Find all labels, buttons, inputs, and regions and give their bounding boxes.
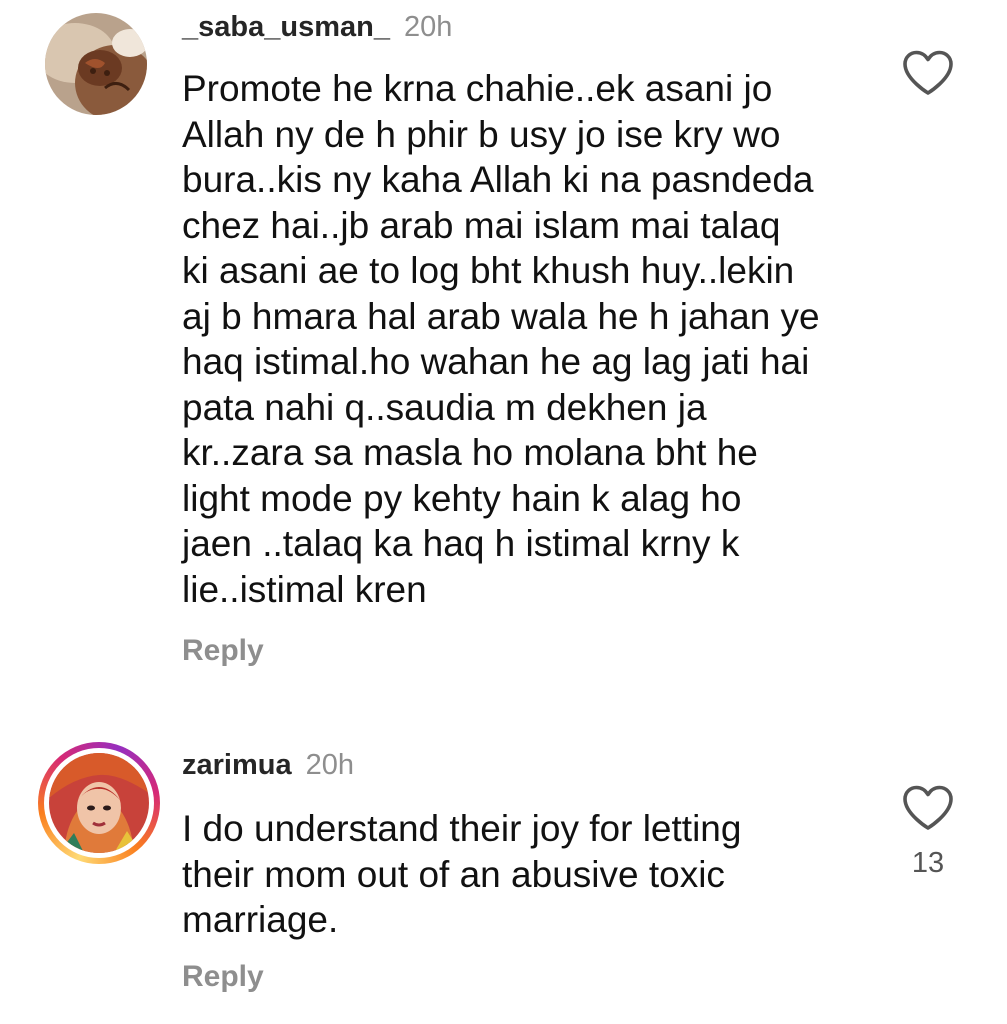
comment-text-line: marriage. (182, 899, 339, 940)
avatar-image (45, 13, 147, 115)
comment-text-line: haq istimal.ho wahan he ag lag jati hai (182, 341, 810, 382)
heart-outline-icon[interactable] (902, 50, 954, 96)
avatar[interactable] (45, 13, 147, 115)
comment-text-line: I do understand their joy for letting (182, 808, 742, 849)
comment-text-line: light mode py kehty hain k alag ho (182, 477, 742, 519)
heart-outline-icon[interactable] (902, 785, 954, 831)
comment-header: _saba_usman_ 20h (182, 10, 452, 44)
timestamp: 20h (305, 749, 354, 781)
username[interactable]: zarimua (182, 749, 292, 781)
comment-text-line: Allah ny de h phir b usy jo ise kry wo (182, 113, 781, 155)
avatar[interactable] (49, 753, 149, 853)
comment-text-line: jaen ..talaq ka haq h istimal krny k (182, 523, 740, 564)
comment-item: _saba_usman_ 20h Promote he krna chahie..… (0, 0, 1007, 700)
reply-button[interactable]: Reply (182, 960, 264, 994)
comment-text-line: their mom out of an abusive toxic (182, 853, 725, 895)
comment-text-line: Promote he krna chahie..ek asani jo (182, 68, 773, 109)
username[interactable]: _saba_usman_ (182, 11, 390, 43)
reply-button[interactable]: Reply (182, 634, 264, 668)
comment-text-line: kr..zara sa masla ho molana bht he (182, 432, 758, 473)
avatar-image (49, 753, 149, 853)
comment-text-line: aj b hmara hal arab wala he h jahan ye (182, 295, 820, 337)
comment-text-line: ki asani ae to log bht khush huy..lekin (182, 250, 795, 291)
comment-text-line: lie..istimal kren (182, 568, 427, 610)
comment-item: zarimua 20h I do understand their joy for… (0, 730, 1007, 1024)
comment-text-line: bura..kis ny kaha Allah ki na pasndeda (182, 159, 814, 200)
comment-text-line: pata nahi q..saudia m dekhen ja (182, 386, 707, 428)
comment-header: zarimua 20h (182, 748, 354, 782)
timestamp: 20h (403, 11, 453, 43)
comment-text: Promote he krna chahie..ek asani jo Alla… (182, 66, 862, 612)
comment-text-line: chez hai..jb arab mai islam mai talaq (182, 204, 781, 246)
like-count[interactable]: 13 (896, 847, 960, 880)
comment-text: I do understand their joy for letting th… (182, 806, 862, 943)
